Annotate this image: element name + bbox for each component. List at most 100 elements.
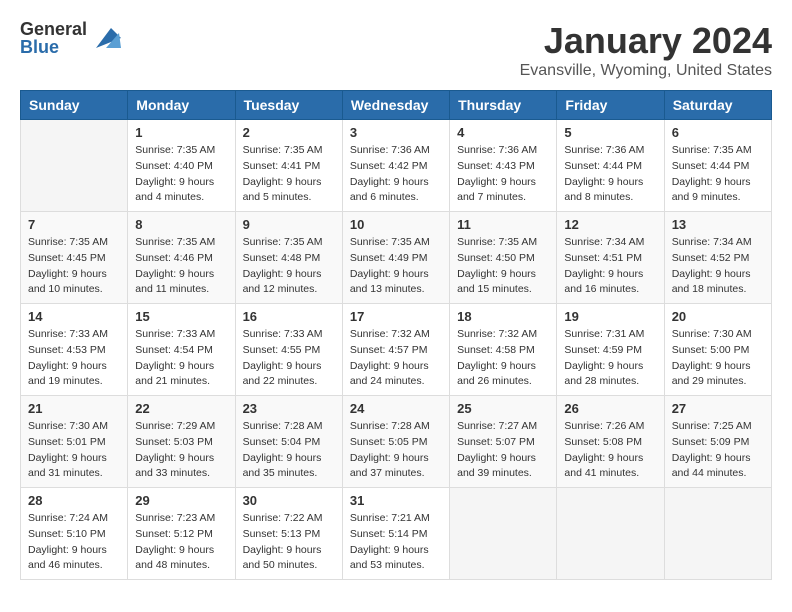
day-info: Sunrise: 7:35 AMSunset: 4:41 PMDaylight:…	[243, 143, 335, 206]
day-number: 23	[243, 401, 335, 416]
day-number: 31	[350, 493, 442, 508]
day-info: Sunrise: 7:35 AMSunset: 4:46 PMDaylight:…	[135, 235, 227, 298]
calendar-cell: 15 Sunrise: 7:33 AMSunset: 4:54 PMDayligh…	[128, 304, 235, 396]
calendar-cell	[450, 488, 557, 580]
day-of-week-header: Sunday	[21, 91, 128, 120]
calendar-cell: 7 Sunrise: 7:35 AMSunset: 4:45 PMDaylight…	[21, 212, 128, 304]
day-number: 16	[243, 309, 335, 324]
day-number: 27	[672, 401, 764, 416]
logo-blue-text: Blue	[20, 38, 87, 56]
calendar-cell: 2Sunrise: 7:35 AMSunset: 4:41 PMDaylight…	[235, 120, 342, 212]
calendar-cell: 25 Sunrise: 7:27 AMSunset: 5:07 PMDayligh…	[450, 396, 557, 488]
day-info: Sunrise: 7:36 AMSunset: 4:42 PMDaylight:…	[350, 143, 442, 206]
header: General Blue January 2024 Evansville, Wy…	[20, 20, 772, 80]
day-info: Sunrise: 7:34 AMSunset: 4:52 PMDaylight:…	[672, 235, 764, 298]
header-row: SundayMondayTuesdayWednesdayThursdayFrid…	[21, 91, 772, 120]
day-number: 7	[28, 217, 120, 232]
calendar-cell: 19 Sunrise: 7:31 AMSunset: 4:59 PMDayligh…	[557, 304, 664, 396]
day-number: 28	[28, 493, 120, 508]
day-number: 5	[564, 125, 656, 140]
calendar-cell: 22 Sunrise: 7:29 AMSunset: 5:03 PMDayligh…	[128, 396, 235, 488]
day-number: 26	[564, 401, 656, 416]
day-number: 6	[672, 125, 764, 140]
day-info: Sunrise: 7:30 AMSunset: 5:00 PMDaylight:…	[672, 327, 764, 390]
day-number: 10	[350, 217, 442, 232]
day-info: Sunrise: 7:35 AMSunset: 4:45 PMDaylight:…	[28, 235, 120, 298]
location-title: Evansville, Wyoming, United States	[520, 62, 772, 80]
calendar-week-row: 14 Sunrise: 7:33 AMSunset: 4:53 PMDayligh…	[21, 304, 772, 396]
calendar-cell: 18 Sunrise: 7:32 AMSunset: 4:58 PMDayligh…	[450, 304, 557, 396]
calendar-cell: 14 Sunrise: 7:33 AMSunset: 4:53 PMDayligh…	[21, 304, 128, 396]
day-number: 13	[672, 217, 764, 232]
day-number: 21	[28, 401, 120, 416]
day-number: 15	[135, 309, 227, 324]
day-info: Sunrise: 7:23 AMSunset: 5:12 PMDaylight:…	[135, 511, 227, 574]
day-info: Sunrise: 7:26 AMSunset: 5:08 PMDaylight:…	[564, 419, 656, 482]
day-info: Sunrise: 7:28 AMSunset: 5:05 PMDaylight:…	[350, 419, 442, 482]
day-number: 3	[350, 125, 442, 140]
calendar-cell: 6Sunrise: 7:35 AMSunset: 4:44 PMDaylight…	[664, 120, 771, 212]
day-number: 18	[457, 309, 549, 324]
calendar-cell: 23Sunrise: 7:28 AMSunset: 5:04 PMDayligh…	[235, 396, 342, 488]
calendar-body: 1 Sunrise: 7:35 AMSunset: 4:40 PMDaylight…	[21, 120, 772, 580]
day-number: 22	[135, 401, 227, 416]
logo-text: General Blue	[20, 20, 87, 56]
month-title: January 2024	[520, 20, 772, 62]
day-info: Sunrise: 7:35 AMSunset: 4:50 PMDaylight:…	[457, 235, 549, 298]
calendar-cell: 9 Sunrise: 7:35 AMSunset: 4:48 PMDaylight…	[235, 212, 342, 304]
calendar-cell: 5 Sunrise: 7:36 AMSunset: 4:44 PMDaylight…	[557, 120, 664, 212]
day-info: Sunrise: 7:33 AMSunset: 4:54 PMDaylight:…	[135, 327, 227, 390]
calendar-cell: 21Sunrise: 7:30 AMSunset: 5:01 PMDayligh…	[21, 396, 128, 488]
calendar-cell: 8Sunrise: 7:35 AMSunset: 4:46 PMDaylight…	[128, 212, 235, 304]
day-of-week-header: Saturday	[664, 91, 771, 120]
calendar-cell: 28 Sunrise: 7:24 AMSunset: 5:10 PMDayligh…	[21, 488, 128, 580]
calendar-cell: 24 Sunrise: 7:28 AMSunset: 5:05 PMDayligh…	[342, 396, 449, 488]
day-info: Sunrise: 7:32 AMSunset: 4:58 PMDaylight:…	[457, 327, 549, 390]
day-info: Sunrise: 7:35 AMSunset: 4:40 PMDaylight:…	[135, 143, 227, 206]
calendar-cell: 12 Sunrise: 7:34 AMSunset: 4:51 PMDayligh…	[557, 212, 664, 304]
calendar-cell: 27 Sunrise: 7:25 AMSunset: 5:09 PMDayligh…	[664, 396, 771, 488]
day-info: Sunrise: 7:33 AMSunset: 4:55 PMDaylight:…	[243, 327, 335, 390]
day-number: 14	[28, 309, 120, 324]
day-info: Sunrise: 7:25 AMSunset: 5:09 PMDaylight:…	[672, 419, 764, 482]
calendar-cell: 3 Sunrise: 7:36 AMSunset: 4:42 PMDaylight…	[342, 120, 449, 212]
day-of-week-header: Wednesday	[342, 91, 449, 120]
day-info: Sunrise: 7:31 AMSunset: 4:59 PMDaylight:…	[564, 327, 656, 390]
day-number: 11	[457, 217, 549, 232]
day-of-week-header: Friday	[557, 91, 664, 120]
day-of-week-header: Thursday	[450, 91, 557, 120]
calendar-week-row: 7 Sunrise: 7:35 AMSunset: 4:45 PMDaylight…	[21, 212, 772, 304]
day-number: 20	[672, 309, 764, 324]
calendar-cell: 16 Sunrise: 7:33 AMSunset: 4:55 PMDayligh…	[235, 304, 342, 396]
day-number: 4	[457, 125, 549, 140]
day-info: Sunrise: 7:36 AMSunset: 4:44 PMDaylight:…	[564, 143, 656, 206]
day-info: Sunrise: 7:29 AMSunset: 5:03 PMDaylight:…	[135, 419, 227, 482]
calendar-header: SundayMondayTuesdayWednesdayThursdayFrid…	[21, 91, 772, 120]
calendar-week-row: 28 Sunrise: 7:24 AMSunset: 5:10 PMDayligh…	[21, 488, 772, 580]
day-number: 25	[457, 401, 549, 416]
day-of-week-header: Monday	[128, 91, 235, 120]
day-info: Sunrise: 7:35 AMSunset: 4:49 PMDaylight:…	[350, 235, 442, 298]
day-info: Sunrise: 7:35 AMSunset: 4:48 PMDaylight:…	[243, 235, 335, 298]
day-number: 29	[135, 493, 227, 508]
calendar-cell: 1 Sunrise: 7:35 AMSunset: 4:40 PMDaylight…	[128, 120, 235, 212]
day-number: 24	[350, 401, 442, 416]
calendar-week-row: 21Sunrise: 7:30 AMSunset: 5:01 PMDayligh…	[21, 396, 772, 488]
day-info: Sunrise: 7:24 AMSunset: 5:10 PMDaylight:…	[28, 511, 120, 574]
page: General Blue January 2024 Evansville, Wy…	[0, 0, 792, 600]
day-number: 1	[135, 125, 227, 140]
day-info: Sunrise: 7:33 AMSunset: 4:53 PMDaylight:…	[28, 327, 120, 390]
calendar-cell: 4Sunrise: 7:36 AMSunset: 4:43 PMDaylight…	[450, 120, 557, 212]
day-number: 12	[564, 217, 656, 232]
day-number: 19	[564, 309, 656, 324]
calendar-cell: 10 Sunrise: 7:35 AMSunset: 4:49 PMDayligh…	[342, 212, 449, 304]
day-number: 9	[243, 217, 335, 232]
logo-general-text: General	[20, 20, 87, 38]
day-info: Sunrise: 7:32 AMSunset: 4:57 PMDaylight:…	[350, 327, 442, 390]
day-info: Sunrise: 7:27 AMSunset: 5:07 PMDaylight:…	[457, 419, 549, 482]
calendar-cell: 20 Sunrise: 7:30 AMSunset: 5:00 PMDayligh…	[664, 304, 771, 396]
calendar-cell: 17Sunrise: 7:32 AMSunset: 4:57 PMDayligh…	[342, 304, 449, 396]
day-of-week-header: Tuesday	[235, 91, 342, 120]
calendar-cell: 26 Sunrise: 7:26 AMSunset: 5:08 PMDayligh…	[557, 396, 664, 488]
day-info: Sunrise: 7:34 AMSunset: 4:51 PMDaylight:…	[564, 235, 656, 298]
